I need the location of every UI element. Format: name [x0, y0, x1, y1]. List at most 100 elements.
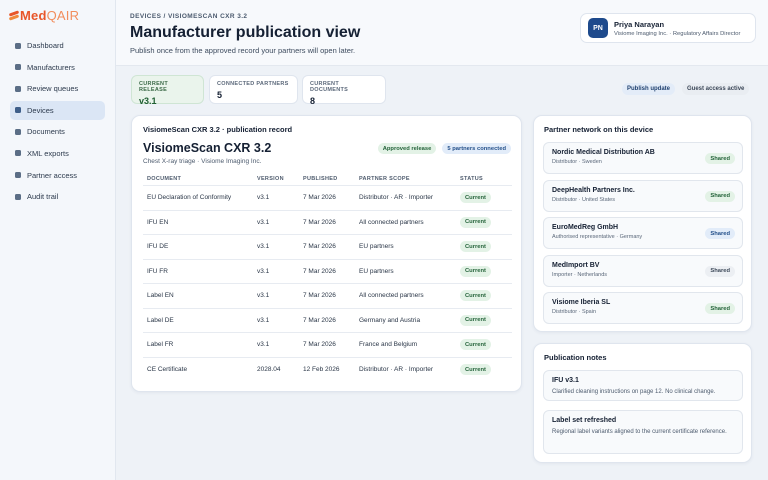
page-header: DEVICES / VISIOMESCAN CXR 3.2 Manufactur… — [116, 0, 768, 66]
table-row[interactable]: Label FR v3.1 7 Mar 2026 France and Belg… — [143, 333, 512, 358]
partner-network-title: Partner network on this device — [544, 125, 654, 134]
cell-published: 7 Mar 2026 — [303, 341, 336, 349]
list-item[interactable]: Visiome Iberia SL Distributor · Spain Sh… — [543, 292, 743, 324]
table-row[interactable]: Label EN v3.1 7 Mar 2026 All connected p… — [143, 284, 512, 309]
column-header-version: VERSION — [257, 175, 284, 182]
shared-badge: Shared — [705, 190, 735, 202]
approved-release-badge: Approved release — [377, 143, 437, 154]
table-row[interactable]: EU Declaration of Conformity v3.1 7 Mar … — [143, 186, 512, 211]
cell-published: 7 Mar 2026 — [303, 243, 336, 251]
cell-version: v3.1 — [257, 292, 270, 300]
column-header-status: STATUS — [460, 175, 483, 182]
cell-document: EU Declaration of Conformity — [147, 194, 232, 202]
sidebar: Med QAIR Dashboard Manufacturers Review q… — [0, 0, 116, 480]
stat-connected-partners: CONNECTED PARTNERS 5 — [209, 75, 298, 104]
sidebar-item-devices[interactable]: Devices — [10, 100, 105, 120]
note-text: Clarified cleaning instructions on page … — [552, 389, 716, 395]
status-badge: Current — [460, 290, 491, 302]
guest-access-badge[interactable]: Guest access active — [682, 83, 750, 95]
column-header-published: PUBLISHED — [303, 175, 338, 182]
dashboard-icon — [15, 42, 21, 49]
user-card[interactable]: PN Priya Narayan Visiome Imaging Inc. · … — [580, 13, 756, 43]
devices-icon — [15, 107, 21, 114]
sidebar-item-partner-access[interactable]: Partner access — [10, 166, 105, 185]
documents-icon — [15, 128, 21, 135]
breadcrumb[interactable]: DEVICES / VISIOMESCAN CXR 3.2 — [130, 13, 247, 20]
table-header: DOCUMENT VERSION PUBLISHED PARTNER SCOPE… — [143, 172, 512, 186]
sidebar-item-label: Devices — [27, 105, 54, 115]
cell-scope: France and Belgium — [359, 341, 418, 349]
cell-scope: All connected partners — [359, 292, 424, 300]
table-row[interactable]: IFU DE v3.1 7 Mar 2026 EU partners Curre… — [143, 235, 512, 260]
publish-update-button[interactable]: Publish update — [622, 83, 676, 95]
documents-table: DOCUMENT VERSION PUBLISHED PARTNER SCOPE… — [143, 172, 512, 382]
sidebar-item-manufacturers[interactable]: Manufacturers — [10, 58, 105, 77]
shared-badge: Shared — [705, 265, 735, 277]
cell-document: CE Certificate — [147, 366, 188, 374]
stat-current-release: CURRENT RELEASE v3.1 — [131, 75, 204, 106]
partners-connected-badge: 5 partners connected — [442, 143, 511, 154]
list-item[interactable]: MedImport BV Importer · Netherlands Shar… — [543, 254, 743, 287]
avatar: PN — [588, 18, 608, 38]
cell-published: 7 Mar 2026 — [303, 267, 336, 275]
xml-exports-icon — [15, 150, 21, 157]
table-row[interactable]: CE Certificate 2028.04 12 Feb 2026 Distr… — [143, 358, 512, 383]
cell-document: Label FR — [147, 341, 174, 349]
user-role: Visiome Imaging Inc. · Regulatory Affair… — [614, 30, 741, 37]
sidebar-item-label: Documents — [27, 127, 65, 137]
cell-published: 7 Mar 2026 — [303, 292, 336, 300]
sidebar-item-documents[interactable]: Documents — [10, 122, 105, 141]
sidebar-item-label: Audit trail — [27, 192, 59, 202]
sidebar-item-xml-exports[interactable]: XML exports — [10, 144, 105, 163]
page-title: Manufacturer publication view — [130, 24, 361, 41]
cell-document: Label EN — [147, 292, 174, 300]
table-row[interactable]: IFU EN v3.1 7 Mar 2026 All connected par… — [143, 211, 512, 235]
cell-scope: Distributor · AR · Importer — [359, 366, 434, 374]
list-item[interactable]: Nordic Medical Distribution AB Distribut… — [543, 142, 743, 174]
publication-notes-card: Publication notes IFU v3.1 Clarified cle… — [533, 343, 752, 463]
table-row[interactable]: IFU FR v3.1 7 Mar 2026 EU partners Curre… — [143, 260, 512, 284]
status-badge: Current — [460, 192, 491, 204]
logo-text-accent: QAIR — [46, 8, 80, 23]
cell-scope: Germany and Austria — [359, 316, 421, 324]
cell-version: v3.1 — [257, 316, 270, 324]
cell-version: v3.1 — [257, 243, 270, 251]
table-row[interactable]: Label DE v3.1 7 Mar 2026 Germany and Aus… — [143, 309, 512, 333]
stat-current-documents: CURRENT DOCUMENTS 8 — [302, 75, 386, 106]
cell-document: IFU FR — [147, 267, 168, 275]
device-subtitle: Chest X-ray triage · Visiome Imaging Inc… — [143, 158, 262, 165]
logo-icon — [8, 9, 20, 21]
cell-scope: EU partners — [359, 243, 394, 251]
audit-trail-icon — [15, 193, 21, 200]
sidebar-item-dashboard[interactable]: Dashboard — [10, 36, 105, 55]
shared-badge: Shared — [705, 228, 735, 239]
record-heading: VisiomeScan CXR 3.2 · publication record — [143, 125, 293, 134]
sidebar-item-label: Review queues — [27, 84, 79, 94]
list-item[interactable]: DeepHealth Partners Inc. Distributor · U… — [543, 179, 743, 212]
column-header-scope: PARTNER SCOPE — [359, 175, 410, 182]
note-title: IFU v3.1 — [552, 377, 579, 384]
device-name: VisiomeScan CXR 3.2 — [143, 141, 272, 155]
status-badge: Current — [460, 339, 491, 351]
cell-version: v3.1 — [257, 267, 270, 275]
cell-published: 7 Mar 2026 — [303, 218, 336, 226]
list-item[interactable]: EuroMedReg GmbH Authorised representativ… — [543, 217, 743, 249]
status-badge: Current — [460, 364, 491, 376]
review-queues-icon — [15, 85, 21, 92]
cell-document: IFU EN — [147, 218, 169, 226]
cell-version: v3.1 — [257, 218, 270, 226]
sidebar-item-label: Dashboard — [27, 41, 64, 50]
manufacturers-icon — [15, 64, 21, 71]
page-subtitle: Publish once from the approved record yo… — [130, 46, 356, 55]
sidebar-item-audit-trail[interactable]: Audit trail — [10, 187, 105, 206]
cell-scope: Distributor · AR · Importer — [359, 194, 434, 202]
app-logo[interactable]: Med QAIR — [8, 8, 80, 23]
cell-scope: EU partners — [359, 267, 394, 275]
status-badge: Current — [460, 265, 491, 277]
sidebar-item-label: Manufacturers — [27, 62, 75, 72]
note-title: Label set refreshed — [552, 417, 617, 424]
cell-published: 7 Mar 2026 — [303, 316, 336, 324]
cell-version: 2028.04 — [257, 366, 281, 374]
logo-text-main: Med — [20, 8, 47, 23]
sidebar-item-review-queues[interactable]: Review queues — [10, 79, 105, 98]
